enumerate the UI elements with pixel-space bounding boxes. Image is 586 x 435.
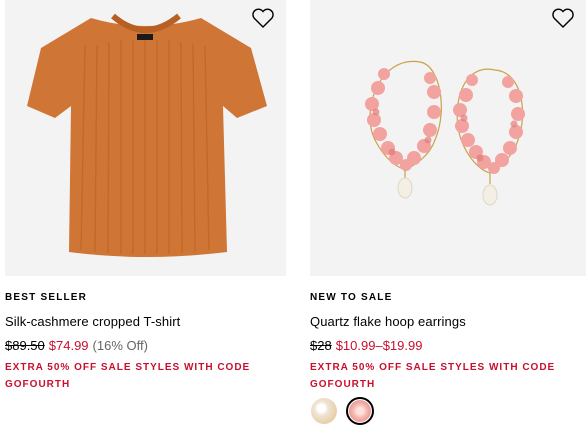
orange-tshirt-image — [27, 13, 267, 257]
sale-price: $74.99 — [48, 338, 89, 353]
product-badge: BEST SELLER — [5, 292, 88, 303]
product-name-link[interactable]: Quartz flake hoop earrings — [310, 314, 466, 329]
promo-text: EXTRA 50% OFF SALE STYLES WITH CODE GOFO… — [5, 362, 251, 390]
color-swatches — [310, 397, 374, 425]
product-name-link[interactable]: Silk-cashmere cropped T-shirt — [5, 314, 180, 329]
color-swatch-pink-quartz[interactable] — [346, 397, 374, 425]
product-card[interactable]: NEW TO SALE Quartz flake hoop earrings $… — [310, 0, 586, 425]
product-image[interactable] — [310, 0, 586, 276]
original-price: $28 — [310, 338, 332, 353]
product-image[interactable] — [5, 0, 286, 276]
promo-text: EXTRA 50% OFF SALE STYLES WITH CODE GOFO… — [310, 362, 556, 390]
product-badge: NEW TO SALE — [310, 292, 393, 303]
wishlist-heart-icon[interactable] — [250, 6, 276, 30]
color-swatch-pearl[interactable] — [310, 397, 338, 425]
original-price: $89.50 — [5, 338, 45, 353]
product-card[interactable]: BEST SELLER Silk-cashmere cropped T-shir… — [5, 0, 286, 390]
discount-percent: (16% Off) — [92, 338, 148, 353]
wishlist-heart-icon[interactable] — [550, 6, 576, 30]
sale-price: $10.99–$19.99 — [335, 338, 423, 353]
quartz-earrings-image — [365, 60, 525, 206]
product-price: $28 $10.99–$19.99 — [310, 338, 422, 353]
product-price: $89.50 $74.99 (16% Off) — [5, 338, 148, 353]
